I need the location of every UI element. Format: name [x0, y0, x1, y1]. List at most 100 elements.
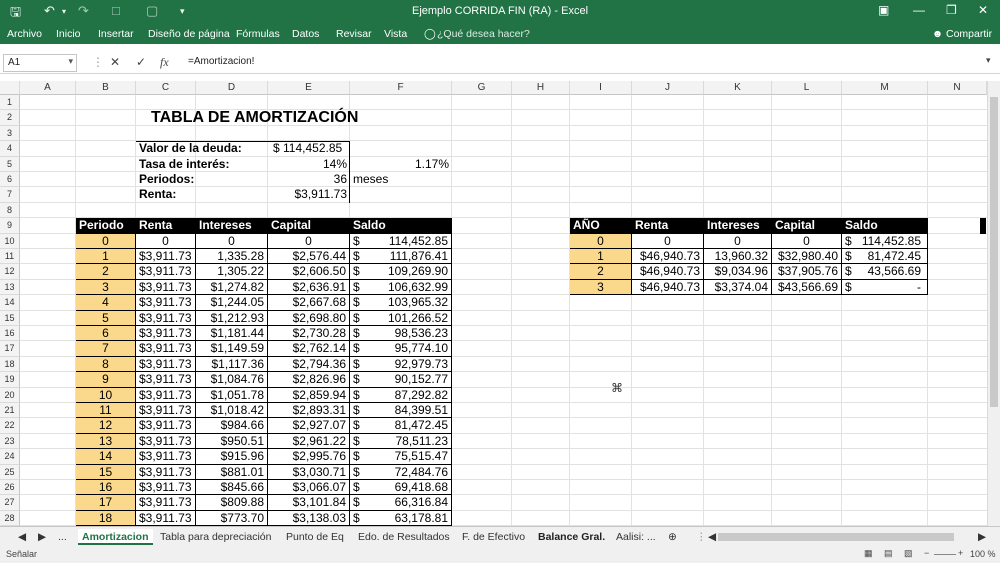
zoom-in-icon[interactable]: +	[958, 548, 963, 558]
minimize-icon[interactable]: —	[913, 3, 925, 17]
column-header[interactable]: B	[76, 81, 136, 95]
scroll-thumb[interactable]	[990, 97, 998, 407]
formula-input[interactable]: =Amortizacion!	[188, 56, 254, 67]
chevron-down-icon[interactable]: ▾	[68, 56, 73, 67]
balance-cell: 101,266.52	[350, 310, 452, 326]
tab-vista[interactable]: Vista	[384, 28, 407, 40]
enter-icon[interactable]: ✓	[136, 55, 146, 69]
row-header[interactable]: 24	[0, 449, 20, 465]
row-header[interactable]: 1	[0, 95, 20, 111]
annual-capital-cell: $37,905.76	[772, 264, 842, 280]
close-icon[interactable]: ✕	[978, 3, 988, 17]
column-header[interactable]: F	[350, 81, 452, 95]
row-header[interactable]: 23	[0, 433, 20, 450]
column-header[interactable]: E	[268, 81, 350, 95]
row-header[interactable]: 20	[0, 387, 20, 403]
horizontal-scrollbar[interactable]	[718, 533, 954, 541]
zoom-slider[interactable]	[934, 554, 956, 555]
column-header[interactable]: N	[928, 81, 987, 95]
tab-more-left[interactable]: ...	[54, 529, 71, 545]
ribbon-tabs: Archivo Inicio Insertar Diseño de página…	[0, 24, 1000, 44]
tab-depreciacion[interactable]: Tabla para depreciación	[156, 529, 276, 545]
row-header[interactable]: 6	[0, 172, 20, 188]
spreadsheet-grid[interactable]: ABCDEFGHIJKLMN 1 2 3 4 5 6 7 8 9 10 11 12 13 14 15 16 17…	[0, 81, 987, 526]
tab-diseno[interactable]: Diseño de página	[148, 28, 230, 40]
row-header[interactable]: 11	[0, 249, 20, 265]
offscreen-header-fill	[980, 218, 986, 234]
row-header[interactable]: 2	[0, 110, 20, 126]
cancel-icon[interactable]: ✕	[110, 55, 120, 69]
page-layout-icon[interactable]: ▤	[884, 548, 893, 559]
window-title: Ejemplo CORRIDA FIN (RA) - Excel	[411, 5, 589, 17]
column-header[interactable]: D	[196, 81, 268, 95]
tab-formulas[interactable]: Fórmulas	[236, 28, 280, 40]
name-box[interactable]: A1 ▾	[3, 54, 77, 72]
zoom-level[interactable]: 100 %	[970, 549, 996, 559]
row-header[interactable]: 18	[0, 356, 20, 373]
row-header[interactable]: 15	[0, 310, 20, 326]
column-header[interactable]: I	[570, 81, 632, 95]
tab-analisis[interactable]: Aalisi: ...	[612, 529, 660, 545]
tab-revisar[interactable]: Revisar	[336, 28, 372, 40]
row-header[interactable]: 4	[0, 141, 20, 157]
select-all-corner[interactable]	[0, 81, 20, 95]
column-header[interactable]: A	[20, 81, 76, 95]
row-header[interactable]: 22	[0, 418, 20, 434]
tab-amortizacion[interactable]: Amortizacion	[78, 529, 153, 545]
rent-cell: $3,911.73	[136, 326, 196, 342]
column-header[interactable]: L	[772, 81, 842, 95]
main-table-header: Saldo	[350, 218, 452, 234]
hscroll-right-icon[interactable]: ▶	[974, 529, 990, 545]
tab-balance[interactable]: Balance Gral.	[534, 529, 609, 545]
share-button[interactable]: Compartir	[946, 28, 992, 40]
insert-function-icon[interactable]: fx	[160, 55, 169, 70]
period-cell: 5	[76, 310, 136, 326]
rent-cell: $3,911.73	[136, 495, 196, 511]
vertical-scrollbar[interactable]	[987, 81, 1000, 526]
row-header[interactable]: 25	[0, 464, 20, 480]
tab-prev-icon[interactable]: ◀	[14, 529, 30, 545]
restore-icon[interactable]: ❐	[946, 3, 957, 17]
tab-edo-resultados[interactable]: Edo. de Resultados	[354, 529, 454, 545]
row-header[interactable]: 21	[0, 403, 20, 419]
column-header[interactable]: M	[842, 81, 928, 95]
tab-efectivo[interactable]: F. de Efectivo	[458, 529, 529, 545]
row-header[interactable]: 8	[0, 202, 20, 219]
tab-next-icon[interactable]: ▶	[34, 529, 50, 545]
gridline	[569, 95, 570, 526]
row-header[interactable]: 12	[0, 264, 20, 280]
row-header[interactable]: 13	[0, 279, 20, 296]
tab-inicio[interactable]: Inicio	[56, 28, 81, 40]
row-header[interactable]: 14	[0, 295, 20, 311]
expand-formula-icon[interactable]: ▾	[986, 55, 991, 66]
column-header[interactable]: K	[704, 81, 772, 95]
row-header[interactable]: 28	[0, 510, 20, 526]
rent-cell: $3,911.73	[136, 279, 196, 296]
row-header[interactable]: 9	[0, 218, 20, 234]
row-header[interactable]: 19	[0, 372, 20, 388]
zoom-out-icon[interactable]: −	[924, 548, 929, 558]
tab-punto-eq[interactable]: Punto de Eq	[282, 529, 348, 545]
column-header[interactable]: H	[512, 81, 570, 95]
page-break-icon[interactable]: ▧	[904, 548, 913, 559]
row-header[interactable]: 7	[0, 187, 20, 203]
capital-cell: 0	[268, 233, 350, 249]
row-header[interactable]: 5	[0, 156, 20, 172]
tell-me-search[interactable]: ¿Qué desea hacer?	[437, 28, 530, 40]
column-header[interactable]: C	[136, 81, 196, 95]
row-header[interactable]: 27	[0, 495, 20, 511]
add-sheet-icon[interactable]: ⊕	[664, 529, 681, 545]
tab-insertar[interactable]: Insertar	[98, 28, 134, 40]
normal-view-icon[interactable]: ▦	[864, 548, 873, 559]
tab-archivo[interactable]: Archivo	[7, 28, 42, 40]
row-header[interactable]: 26	[0, 480, 20, 496]
column-header[interactable]: G	[452, 81, 512, 95]
row-header[interactable]: 17	[0, 341, 20, 357]
ribbon-display-icon[interactable]: ▣	[878, 3, 889, 17]
row-header[interactable]: 3	[0, 125, 20, 142]
row-header[interactable]: 16	[0, 326, 20, 342]
tab-datos[interactable]: Datos	[292, 28, 319, 40]
row-header[interactable]: 10	[0, 233, 20, 249]
column-header[interactable]: J	[632, 81, 704, 95]
period-cell: 11	[76, 403, 136, 419]
